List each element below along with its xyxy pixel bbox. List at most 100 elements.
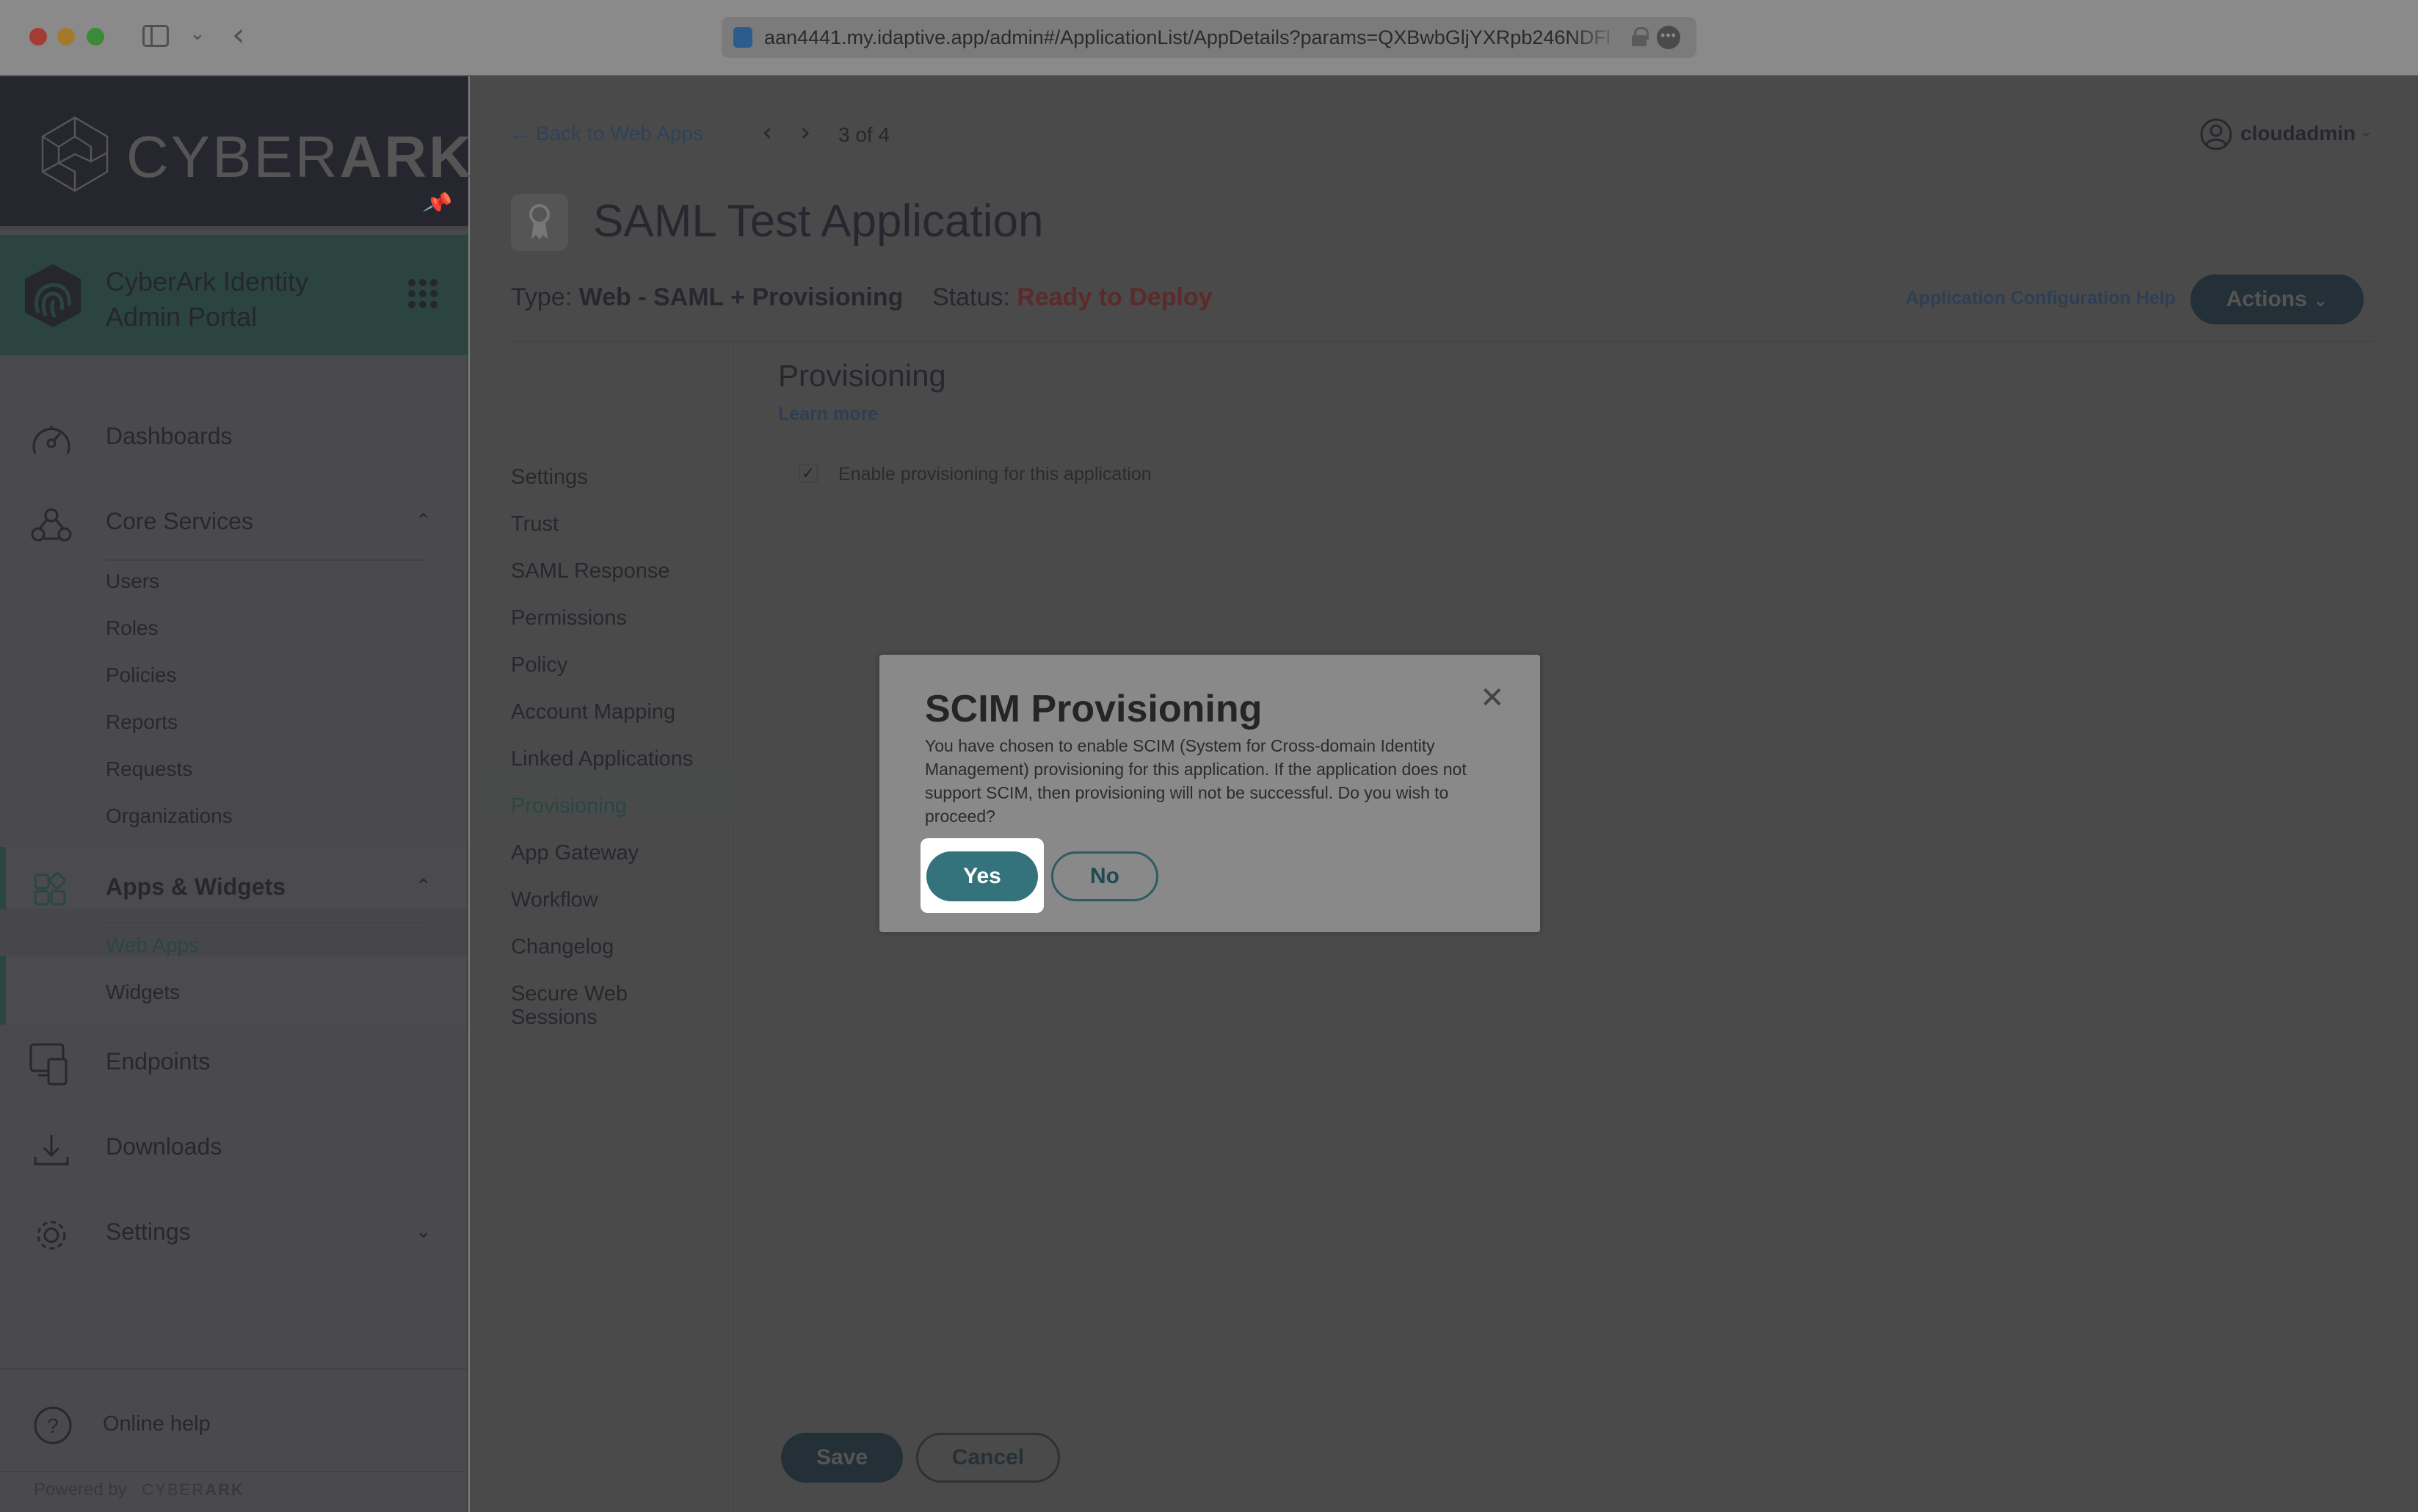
endpoints-icon <box>29 1043 68 1086</box>
section-nav-policy[interactable]: Policy <box>511 653 567 677</box>
powered-by-label: Powered by <box>34 1480 127 1500</box>
chevron-down-icon[interactable]: ⌄ <box>2359 122 2372 141</box>
section-nav-workflow[interactable]: Workflow <box>511 888 598 912</box>
divider <box>106 922 426 923</box>
powered-by: Powered by CYBERARK <box>34 1480 244 1500</box>
type-label: Type: <box>511 283 573 311</box>
gear-icon <box>37 1221 66 1250</box>
actions-button[interactable]: Actions ⌄ <box>2190 275 2364 324</box>
chevron-down-icon: ⌄ <box>2313 291 2328 310</box>
type-value: Web - SAML + Provisioning <box>578 283 904 311</box>
arrow-left-icon: ← <box>509 122 536 145</box>
section-nav-app-gateway[interactable]: App Gateway <box>511 841 639 865</box>
online-help-label: Online help <box>103 1412 211 1436</box>
browser-toolbar: ⌄ ‹ aan4441.my.idaptive.app/admin#/Appli… <box>0 0 2418 76</box>
sidebar-item-dashboards[interactable]: Dashboards <box>0 410 467 468</box>
section-title: Provisioning <box>778 358 946 393</box>
sidebar-item-roles[interactable]: Roles <box>106 617 159 640</box>
close-icon[interactable]: ✕ <box>1480 681 1505 715</box>
section-nav-account-mapping[interactable]: Account Mapping <box>511 700 675 724</box>
no-button[interactable]: No <box>1051 851 1158 901</box>
sidebar-label: Apps & Widgets <box>106 873 286 900</box>
zoom-window-button[interactable] <box>87 28 104 46</box>
chevron-down-icon[interactable]: ⌄ <box>189 22 206 45</box>
section-nav-changelog[interactable]: Changelog <box>511 935 614 959</box>
section-nav-linked-applications[interactable]: Linked Applications <box>511 747 693 771</box>
section-nav-saml-response[interactable]: SAML Response <box>511 559 670 584</box>
sidebar-item-policies[interactable]: Policies <box>106 664 176 687</box>
pager-count: 3 of 4 <box>838 123 890 146</box>
portal-title-line2: Admin Portal <box>106 302 258 332</box>
certificate-ribbon-icon <box>529 204 550 239</box>
user-menu[interactable]: cloudadmin <box>2240 122 2356 145</box>
more-options-icon[interactable]: ••• <box>1657 26 1680 49</box>
portal-switcher[interactable]: CyberArk Identity Admin Portal <box>0 235 468 355</box>
learn-more-link[interactable]: Learn more <box>778 404 878 425</box>
section-nav: Settings Trust SAML Response Permissions… <box>470 342 734 1512</box>
enable-provisioning-checkbox[interactable]: ✓ <box>799 464 818 483</box>
sidebar-label: Endpoints <box>106 1048 211 1075</box>
url-text[interactable]: aan4441.my.idaptive.app/admin#/Applicati… <box>764 26 1623 49</box>
lock-icon <box>1632 27 1649 46</box>
sidebar-label: Core Services <box>106 508 253 534</box>
chevron-up-icon[interactable]: ⌃ <box>415 875 432 898</box>
app-status: Status: Ready to Deploy <box>932 283 1213 312</box>
sidebar-toggle-icon[interactable] <box>142 25 169 47</box>
app-launcher-grid-icon[interactable] <box>408 279 438 308</box>
yes-button[interactable]: Yes <box>926 851 1038 901</box>
identity-fingerprint-icon <box>25 264 81 327</box>
brand-light: CYBER <box>126 124 340 189</box>
sidebar-label: Downloads <box>106 1133 222 1160</box>
app-type: Type: Web - SAML + Provisioning <box>511 283 903 312</box>
powered-brand-light: CYBER <box>142 1480 206 1499</box>
site-favicon-icon <box>733 27 752 48</box>
status-badge: Ready to Deploy <box>1017 283 1213 311</box>
sidebar-item-organizations[interactable]: Organizations <box>106 804 233 828</box>
pin-icon[interactable]: 📌 <box>421 188 454 219</box>
back-link-label: Back to Web Apps <box>535 122 704 145</box>
user-avatar-icon[interactable] <box>2199 117 2233 151</box>
sidebar-item-endpoints[interactable]: Endpoints <box>0 1035 467 1094</box>
sidebar-item-widgets[interactable]: Widgets <box>106 981 180 1004</box>
brand-wordmark: CYBERARK <box>126 123 473 191</box>
brand-bold: ARK <box>339 124 473 189</box>
enable-provisioning-label[interactable]: Enable provisioning for this application <box>838 464 1152 485</box>
sidebar-item-core-services[interactable]: Core Services ⌃ <box>0 495 467 553</box>
sidebar-item-apps-widgets[interactable]: Apps & Widgets ⌃ <box>0 860 467 919</box>
sidebar-item-reports[interactable]: Reports <box>106 710 178 734</box>
apps-widgets-icon <box>34 872 66 906</box>
sidebar-item-requests[interactable]: Requests <box>106 757 192 781</box>
previous-app-button[interactable]: ‹ <box>762 117 772 148</box>
sidebar-item-settings[interactable]: Settings ⌄ <box>0 1205 467 1264</box>
dialog-message: You have chosen to enable SCIM (System f… <box>925 736 1467 826</box>
svg-text:?: ? <box>47 1414 59 1437</box>
scim-provisioning-dialog: ✕ SCIM Provisioning You have chosen to e… <box>879 655 1540 932</box>
chevron-up-icon[interactable]: ⌃ <box>415 509 432 532</box>
divider <box>0 1368 467 1370</box>
application-configuration-help-link[interactable]: Application Configuration Help <box>1906 288 2176 309</box>
back-to-web-apps-link[interactable]: ← Back to Web Apps <box>509 122 703 145</box>
address-bar[interactable]: aan4441.my.idaptive.app/admin#/Applicati… <box>722 17 1696 58</box>
close-window-button[interactable] <box>29 28 47 46</box>
section-nav-permissions[interactable]: Permissions <box>511 606 627 630</box>
save-button[interactable]: Save <box>781 1433 903 1483</box>
minimize-window-button[interactable] <box>57 28 75 46</box>
powered-cyberark-logo-icon: CYBERARK <box>142 1480 244 1499</box>
portal-title: CyberArk Identity Admin Portal <box>106 264 308 335</box>
divider <box>511 341 2375 342</box>
sidebar-item-downloads[interactable]: Downloads <box>0 1120 467 1179</box>
dialog-title: SCIM Provisioning <box>925 688 1263 730</box>
cancel-button[interactable]: Cancel <box>916 1433 1060 1483</box>
section-nav-trust[interactable]: Trust <box>511 512 559 537</box>
sidebar-item-web-apps[interactable]: Web Apps <box>106 934 199 957</box>
status-label: Status: <box>932 283 1010 311</box>
chevron-down-icon[interactable]: ⌄ <box>415 1220 432 1243</box>
section-nav-settings[interactable]: Settings <box>511 465 588 490</box>
next-app-button[interactable]: › <box>800 117 810 148</box>
sidebar-item-users[interactable]: Users <box>106 570 159 593</box>
section-nav-provisioning[interactable]: Provisioning <box>511 794 627 818</box>
sidebar-label: Dashboards <box>106 423 233 449</box>
browser-back-icon[interactable]: ‹ <box>232 16 245 54</box>
divider <box>0 1471 467 1472</box>
section-nav-secure-web-sessions[interactable]: Secure Web Sessions <box>511 982 658 1029</box>
